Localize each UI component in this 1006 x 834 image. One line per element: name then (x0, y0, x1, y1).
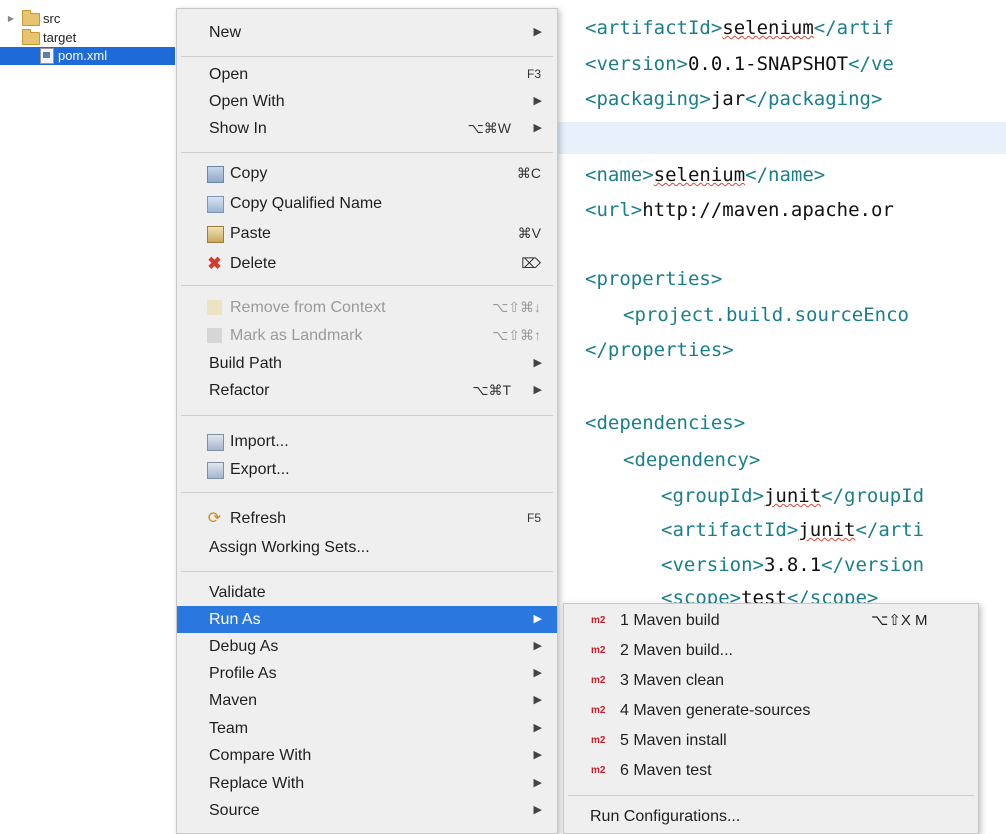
tree-item-label: pom.xml (58, 48, 108, 63)
menu-separator (181, 285, 553, 286)
tree-item-label: src (43, 11, 61, 26)
menu-item-copy-qualified-name[interactable]: Copy Qualified Name (177, 190, 557, 217)
copy-qualified-name-icon (207, 196, 224, 213)
maven-m2-icon: m2 (591, 675, 606, 686)
menu-item-debug-as[interactable]: Debug As ▶ (177, 633, 557, 660)
tree-item-label: target (43, 30, 77, 45)
code-line: <artifactId>selenium</artif (585, 17, 894, 39)
tree-item-target[interactable]: target (22, 28, 77, 47)
current-line-highlight (555, 122, 1006, 154)
context-menu: New ▶ Open F3 Open With ▶ Show In ⌥⌘W ▶ Copy ⌘… (176, 8, 558, 834)
submenu-item-maven-test[interactable]: m2 6 Maven test (564, 756, 978, 786)
menu-item-remove-from-context[interactable]: Remove from Context ⌥⇧⌘↓ (177, 294, 557, 321)
code-line: <dependency> (623, 449, 761, 471)
submenu-arrow-icon: ▶ (533, 640, 542, 652)
submenu-item-run-configurations[interactable]: Run Configurations... (564, 802, 978, 832)
submenu-arrow-icon: ▶ (533, 384, 542, 396)
submenu-arrow-icon: ▶ (533, 667, 542, 679)
paste-icon (207, 226, 224, 243)
remove-context-icon (207, 300, 222, 315)
code-line: <artifactId>junit</arti (661, 519, 925, 541)
maven-m2-icon: m2 (591, 615, 606, 626)
delete-icon: ✖ (207, 254, 222, 273)
code-line: <packaging>jar</packaging> (585, 88, 883, 110)
menu-separator (181, 56, 553, 57)
submenu-item-maven-clean[interactable]: m2 3 Maven clean (564, 666, 978, 696)
tree-item-src[interactable]: ▶ src (8, 9, 61, 28)
submenu-arrow-icon: ▶ (533, 357, 542, 369)
maven-m2-icon: m2 (591, 645, 606, 656)
menu-item-profile-as[interactable]: Profile As ▶ (177, 660, 557, 687)
code-line: <dependencies> (585, 412, 746, 434)
folder-icon (22, 9, 40, 26)
menu-item-paste[interactable]: Paste ⌘V (177, 220, 557, 247)
menu-separator (568, 795, 974, 796)
menu-item-maven[interactable]: Maven ▶ (177, 687, 557, 714)
code-line: <project.build.sourceEnco (623, 304, 909, 326)
run-as-submenu: m2 1 Maven build ⌥⇧X M m2 2 Maven build... … (563, 603, 979, 834)
menu-separator (181, 492, 553, 493)
menu-item-copy[interactable]: Copy ⌘C (177, 160, 557, 187)
export-icon (207, 462, 224, 479)
menu-item-mark-as-landmark[interactable]: Mark as Landmark ⌥⇧⌘↑ (177, 322, 557, 349)
copy-icon (207, 166, 224, 183)
code-line: <url>http://maven.apache.or (585, 199, 894, 221)
menu-item-export[interactable]: Export... (177, 456, 557, 483)
refresh-icon: ⟳ (207, 510, 222, 527)
menu-item-open[interactable]: Open F3 (177, 61, 557, 88)
code-line: <version>0.0.1-SNAPSHOT</ve (585, 53, 894, 75)
submenu-arrow-icon: ▶ (533, 26, 542, 38)
menu-item-compare-with[interactable]: Compare With ▶ (177, 742, 557, 769)
maven-m2-icon: m2 (591, 735, 606, 746)
menu-separator (181, 152, 553, 153)
submenu-item-maven-generate-sources[interactable]: m2 4 Maven generate-sources (564, 696, 978, 726)
submenu-arrow-icon: ▶ (533, 122, 542, 134)
submenu-item-maven-install[interactable]: m2 5 Maven install (564, 726, 978, 756)
submenu-arrow-icon: ▶ (533, 777, 542, 789)
menu-separator (181, 415, 553, 416)
submenu-item-maven-build-dialog[interactable]: m2 2 Maven build... (564, 636, 978, 666)
code-line: <version>3.8.1</version (661, 554, 925, 576)
expand-arrow-icon[interactable]: ▶ (6, 10, 16, 28)
menu-item-assign-working-sets[interactable]: Assign Working Sets... (177, 534, 557, 561)
xml-file-icon (40, 48, 54, 64)
menu-item-import[interactable]: Import... (177, 428, 557, 455)
menu-item-team[interactable]: Team ▶ (177, 715, 557, 742)
menu-item-new[interactable]: New ▶ (177, 19, 557, 46)
menu-item-build-path[interactable]: Build Path ▶ (177, 350, 557, 377)
submenu-item-maven-build[interactable]: m2 1 Maven build ⌥⇧X M (564, 606, 978, 636)
menu-item-refresh[interactable]: ⟳ Refresh F5 (177, 505, 557, 532)
menu-item-run-as[interactable]: Run As ▶ (177, 606, 557, 633)
menu-item-validate[interactable]: Validate (177, 579, 557, 606)
submenu-arrow-icon: ▶ (533, 722, 542, 734)
code-line: <properties> (585, 268, 723, 290)
submenu-arrow-icon: ▶ (533, 613, 542, 625)
submenu-arrow-icon: ▶ (533, 694, 542, 706)
code-line: <name>selenium</name> (585, 164, 826, 186)
maven-m2-icon: m2 (591, 705, 606, 716)
menu-item-open-with[interactable]: Open With ▶ (177, 88, 557, 115)
project-explorer: ▶ src target pom.xml (0, 0, 185, 832)
menu-item-source[interactable]: Source ▶ (177, 797, 557, 824)
submenu-arrow-icon: ▶ (533, 749, 542, 761)
menu-item-replace-with[interactable]: Replace With ▶ (177, 770, 557, 797)
code-line: <groupId>junit</groupId (661, 485, 925, 507)
folder-icon (22, 28, 40, 45)
landmark-icon (207, 328, 222, 343)
menu-item-show-in[interactable]: Show In ⌥⌘W ▶ (177, 115, 557, 142)
submenu-arrow-icon: ▶ (533, 95, 542, 107)
import-icon (207, 434, 224, 451)
menu-item-refactor[interactable]: Refactor ⌥⌘T ▶ (177, 377, 557, 404)
tree-item-pom-xml[interactable]: pom.xml (0, 47, 175, 65)
code-line: </properties> (585, 339, 734, 361)
maven-m2-icon: m2 (591, 765, 606, 776)
menu-separator (181, 571, 553, 572)
menu-item-delete[interactable]: ✖ Delete ⌦ (177, 250, 557, 277)
submenu-arrow-icon: ▶ (533, 804, 542, 816)
